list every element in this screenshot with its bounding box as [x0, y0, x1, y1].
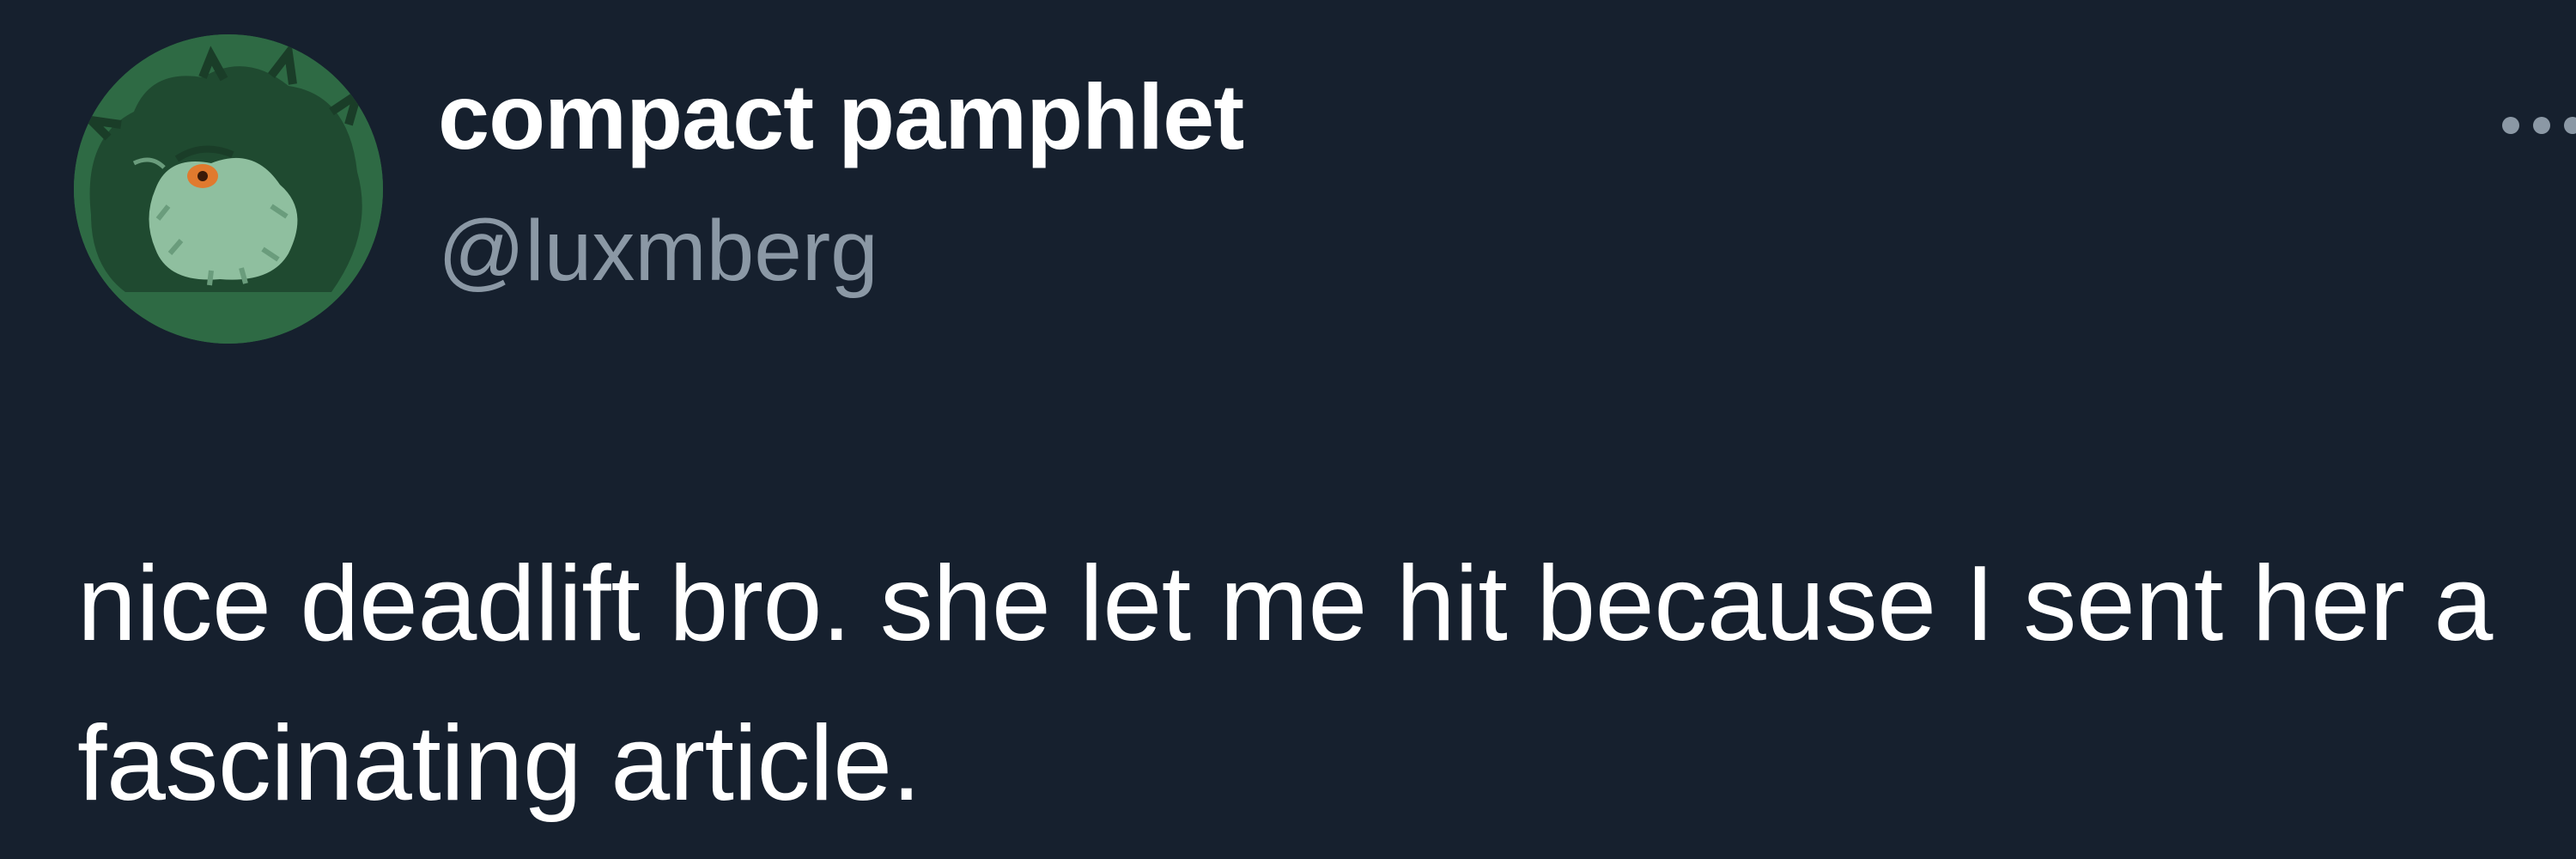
tweet-card: compact pamphlet @luxmberg nice deadlift… — [0, 0, 2576, 859]
green-creature-avatar-icon — [74, 34, 383, 344]
more-options-icon — [2502, 117, 2519, 134]
tweet-text: nice deadlift bro. she let me hit becaus… — [77, 545, 2493, 823]
more-options-button[interactable] — [2490, 103, 2576, 146]
author-handle[interactable]: @luxmberg — [438, 208, 878, 294]
author-display-name[interactable]: compact pamphlet — [438, 70, 1244, 163]
avatar[interactable] — [74, 34, 383, 344]
